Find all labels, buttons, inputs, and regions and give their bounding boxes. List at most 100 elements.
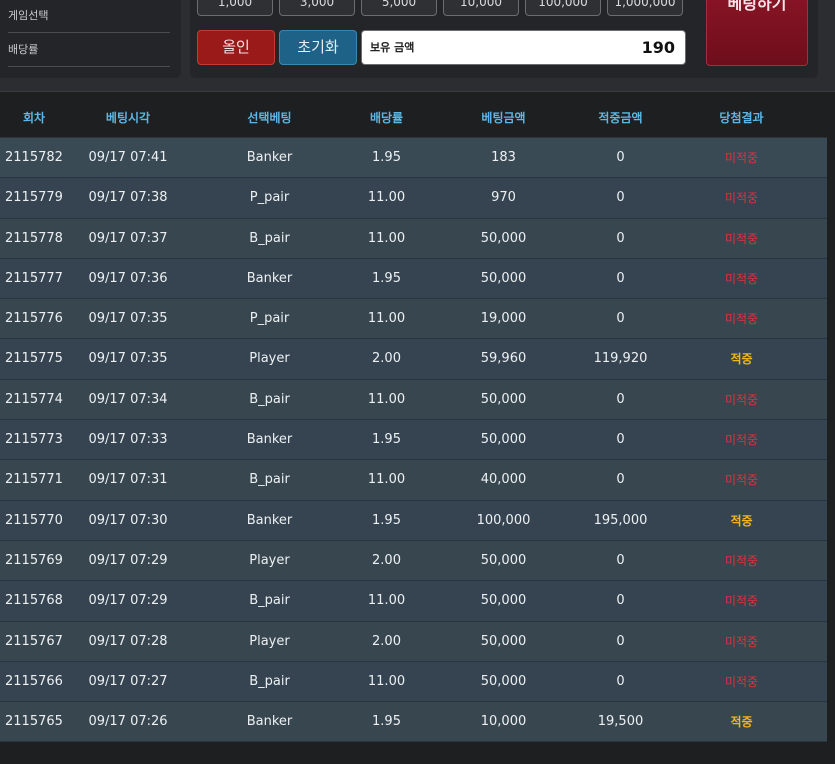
win-amount-cell: 0 [616, 552, 625, 568]
win-amount-cell: 0 [616, 633, 625, 649]
time-cell: 09/17 07:30 [88, 512, 168, 528]
round-cell: 2115782 [5, 150, 63, 165]
time-cell: 09/17 07:26 [88, 714, 168, 730]
table-header: 회차 베팅시각 선택베팅 배당률 베팅금액 적중금액 당첨결과 [0, 100, 827, 138]
time-cell: 09/17 07:38 [88, 190, 168, 206]
bet-amount-cell: 50,000 [480, 270, 527, 286]
time-cell: 09/17 07:37 [88, 230, 168, 246]
result-cell: 미적중 [724, 151, 759, 165]
pick-cell: Banker [246, 432, 293, 448]
pick-cell: Player [249, 552, 290, 568]
table-row: 2115766 09/17 07:27 B_pair 11.00 50,000 0 미적중 [0, 661, 827, 703]
pick-cell: P_pair [249, 311, 290, 327]
pick-cell: B_pair [249, 391, 290, 407]
balance-value: 190 [641, 38, 675, 57]
table-row: 2115782 09/17 07:41 Banker 1.95 183 0 미적중 [0, 138, 827, 179]
bet-amount-cell: 183 [491, 150, 516, 165]
time-cell: 09/17 07:41 [88, 150, 168, 165]
win-amount-cell: 0 [616, 190, 625, 206]
time-cell: 09/17 07:35 [88, 351, 168, 367]
result-cell: 미적중 [724, 594, 759, 609]
win-amount-cell: 0 [616, 432, 625, 448]
time-cell: 09/17 07:29 [88, 593, 168, 609]
odds-cell: 11.00 [367, 391, 406, 407]
pick-cell: B_pair [249, 593, 290, 609]
table-row: 2115776 09/17 07:35 P_pair 11.00 19,000 0 미적중 [0, 299, 827, 340]
game-info-panel: 게임선택 배당률 [0, 0, 181, 78]
reset-button[interactable]: 초기화 [279, 30, 357, 65]
odds-cell: 11.00 [367, 230, 406, 246]
odds-cell: 2.00 [372, 552, 401, 568]
pick-cell: Banker [246, 512, 293, 528]
round-cell: 2115767 [5, 633, 63, 649]
odds-cell: 1.95 [372, 150, 401, 165]
table-row: 2115768 09/17 07:29 B_pair 11.00 50,000 0 미적중 [0, 581, 827, 622]
result-cell: 미적중 [724, 674, 759, 689]
table-row: 2115774 09/17 07:34 B_pair 11.00 50,000 0 미적중 [0, 379, 827, 421]
table-row: 2115771 09/17 07:31 B_pair 11.00 40,000 0 미적중 [0, 460, 827, 501]
game-select-row[interactable]: 게임선택 [8, 0, 170, 33]
chip-button[interactable]: 1,000 [197, 0, 273, 16]
result-cell: 미적중 [724, 312, 759, 327]
chip-button[interactable]: 3,000 [279, 0, 355, 16]
win-amount-cell: 0 [616, 270, 625, 286]
pick-cell: Banker [246, 270, 293, 286]
pick-cell: Banker [246, 150, 293, 165]
odds-cell: 1.95 [372, 270, 401, 286]
odds-cell: 11.00 [367, 311, 406, 327]
bet-amount-cell: 50,000 [480, 552, 527, 568]
odds-cell: 1.95 [372, 432, 401, 448]
bet-amount-cell: 50,000 [480, 230, 527, 246]
bet-amount-cell: 50,000 [480, 432, 527, 448]
bet-amount-cell: 40,000 [480, 472, 527, 488]
bet-controls-panel: 1,000 3,000 5,000 10,000 100,000 1,000,0… [190, 0, 818, 78]
win-amount-cell: 0 [616, 391, 625, 407]
column-header: 당첨결과 [719, 111, 764, 125]
win-amount-cell: 195,000 [593, 512, 648, 528]
chip-button[interactable]: 1,000,000 [607, 0, 683, 16]
chip-button[interactable]: 5,000 [361, 0, 437, 16]
time-cell: 09/17 07:27 [88, 673, 168, 689]
round-cell: 2115766 [5, 673, 63, 689]
table-row: 2115765 09/17 07:26 Banker 1.95 10,000 19,500… [0, 702, 827, 743]
place-bet-button[interactable]: 베팅하기 [706, 0, 808, 66]
column-header: 베팅시각 [105, 111, 151, 125]
all-in-button[interactable]: 올인 [197, 30, 275, 65]
round-cell: 2115776 [5, 311, 63, 327]
round-cell: 2115770 [5, 512, 63, 528]
round-cell: 2115774 [5, 391, 63, 407]
odds-cell: 2.00 [372, 351, 401, 367]
odds-cell: 1.95 [372, 512, 401, 528]
time-cell: 09/17 07:33 [88, 432, 168, 448]
time-cell: 09/17 07:28 [88, 633, 168, 649]
betting-screen: 게임선택 배당률 1,000 3,000 5,000 10,000 100,00… [0, 0, 835, 764]
pick-cell: Player [249, 633, 290, 649]
chip-button[interactable]: 10,000 [443, 0, 519, 16]
time-cell: 09/17 07:31 [88, 472, 168, 488]
win-amount-cell: 0 [616, 311, 625, 327]
table-row: 2115767 09/17 07:28 Player 2.00 50,000 0 미적중 [0, 621, 827, 662]
time-cell: 09/17 07:35 [88, 311, 168, 327]
chip-button[interactable]: 100,000 [525, 0, 601, 16]
result-cell: 미적중 [724, 433, 759, 448]
table-row: 2115770 09/17 07:30 Banker 1.95 100,000 195,0… [0, 500, 827, 541]
pick-cell: Player [249, 351, 290, 367]
time-cell: 09/17 07:34 [88, 391, 168, 407]
table-row: 2115775 09/17 07:35 Player 2.00 59,960 119,92… [0, 339, 827, 380]
pick-cell: P_pair [249, 190, 290, 206]
round-cell: 2115768 [5, 593, 63, 609]
win-amount-cell: 0 [616, 472, 625, 488]
table-body: 2115782 09/17 07:41 Banker 1.95 183 0 미적중 21157… [0, 138, 827, 743]
result-cell: 미적중 [724, 392, 759, 407]
win-amount-cell: 19,500 [597, 714, 644, 730]
bet-history-table: 회차 베팅시각 선택베팅 배당률 베팅금액 적중금액 당첨결과 2115782 0… [0, 100, 827, 743]
round-cell: 2115775 [5, 351, 63, 367]
round-cell: 2115769 [5, 552, 63, 568]
odds-cell: 11.00 [367, 190, 406, 206]
result-cell: 미적중 [724, 271, 759, 286]
win-amount-cell: 119,920 [593, 351, 648, 367]
odds-cell: 1.95 [372, 714, 401, 730]
bet-amount-cell: 970 [491, 190, 516, 206]
column-header: 배당률 [369, 111, 404, 125]
pick-cell: B_pair [249, 472, 290, 488]
